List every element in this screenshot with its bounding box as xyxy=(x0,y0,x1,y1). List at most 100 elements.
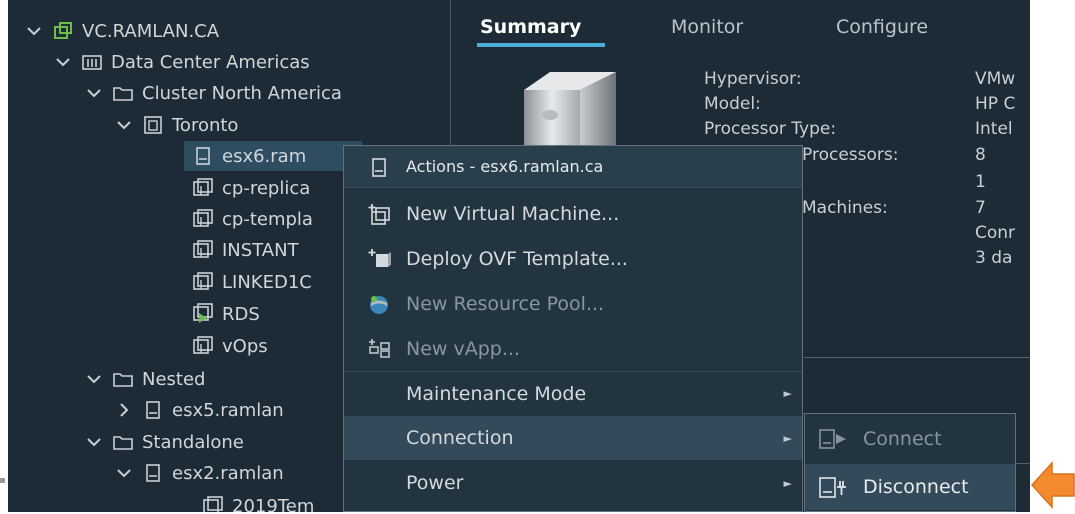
chevron-down-icon[interactable] xyxy=(114,468,134,478)
chevron-down-icon[interactable] xyxy=(24,26,44,36)
tree-item-label: esx6.ram xyxy=(222,145,307,167)
tree-item-vm[interactable]: LINKED1C xyxy=(192,267,312,297)
tree-item-vm[interactable]: cp-replica xyxy=(192,173,310,203)
tree-item-vcenter[interactable]: VC.RAMLAN.CA xyxy=(24,16,219,46)
summary-value: 7 xyxy=(975,198,986,218)
menu-item-deploy-ovf-template[interactable]: Deploy OVF Template... xyxy=(344,237,802,281)
tree-item-datacenter[interactable]: Data Center Americas xyxy=(53,47,310,77)
tree-item-vm-rds[interactable]: RDS xyxy=(192,299,260,329)
tree-item-label: LINKED1C xyxy=(222,271,312,293)
menu-item-new-virtual-machine[interactable]: New Virtual Machine... xyxy=(344,192,802,236)
chevron-down-icon[interactable] xyxy=(84,88,104,98)
summary-label: Machines: xyxy=(802,198,888,218)
tree-item-esx5[interactable]: esx5.ramlan xyxy=(114,395,284,425)
vm-icon xyxy=(192,240,214,260)
menu-item-disconnect[interactable]: Disconnect xyxy=(805,464,1015,510)
summary-value: Conr xyxy=(975,223,1016,243)
host-icon xyxy=(192,146,214,166)
tree-item-label: Nested xyxy=(142,368,206,390)
tree-item-nested[interactable]: Nested xyxy=(84,364,205,394)
menu-item-label: New Virtual Machine... xyxy=(406,203,620,225)
vm-icon xyxy=(202,496,224,512)
vm-powered-on-icon xyxy=(192,303,214,324)
datacenter-icon xyxy=(81,52,103,72)
tab-monitor[interactable]: Monitor xyxy=(671,16,743,38)
menu-item-new-vapp[interactable]: New vApp... xyxy=(344,327,802,371)
tree-item-label: Standalone xyxy=(142,431,244,453)
callout-arrow-icon xyxy=(1030,460,1075,514)
submenu-arrow-icon: ► xyxy=(783,476,792,490)
menu-item-label: New Resource Pool... xyxy=(406,293,605,315)
submenu-arrow-icon: ► xyxy=(783,387,792,400)
host-icon xyxy=(371,158,387,182)
tree-item-label: VC.RAMLAN.CA xyxy=(82,20,220,42)
deploy-ovf-icon xyxy=(368,249,391,269)
menu-item-new-resource-pool[interactable]: New Resource Pool... xyxy=(344,282,802,326)
server-image xyxy=(520,70,620,154)
folder-icon xyxy=(112,369,134,389)
folder-icon xyxy=(112,83,134,103)
tree-item-label: cp-templa xyxy=(222,208,313,230)
tree-item-vm[interactable]: vOps xyxy=(192,331,268,361)
cluster-icon xyxy=(142,115,164,135)
menu-item-connection[interactable]: Connection ► xyxy=(344,416,802,460)
new-vm-icon xyxy=(368,204,390,225)
summary-label: Model: xyxy=(704,94,761,114)
vm-icon xyxy=(192,178,214,198)
summary-value: VMw xyxy=(975,69,1016,89)
menu-item-label: Power xyxy=(406,472,464,494)
tree-item-label: RDS xyxy=(222,303,260,325)
context-menu-header: Actions - esx6.ramlan.ca xyxy=(344,146,802,188)
tab-configure[interactable]: Configure xyxy=(836,16,928,38)
tree-item-standalone[interactable]: Standalone xyxy=(84,427,244,457)
tree-item-esx2[interactable]: esx2.ramlan xyxy=(114,458,284,488)
edge-marker xyxy=(0,478,5,483)
tree-item-label: INSTANT xyxy=(222,239,299,261)
tree-item-label: cp-replica xyxy=(222,177,311,199)
summary-value: HP C xyxy=(975,94,1016,114)
tree-item-label: esx5.ramlan xyxy=(172,399,284,421)
connection-submenu: Connect Disconnect xyxy=(804,413,1016,512)
separator xyxy=(804,357,1030,358)
chevron-down-icon[interactable] xyxy=(84,374,104,384)
chevron-down-icon[interactable] xyxy=(84,437,104,447)
tree-item-vm[interactable]: INSTANT xyxy=(192,235,299,265)
chevron-down-icon[interactable] xyxy=(114,120,134,130)
connect-icon xyxy=(819,429,847,449)
tree-item-esx6[interactable]: esx6.ram xyxy=(184,141,362,171)
vapp-icon xyxy=(368,339,390,359)
menu-item-connect[interactable]: Connect xyxy=(805,416,1015,462)
tree-item-label: 2019Tem xyxy=(232,495,315,513)
tree-item-vm[interactable]: 2019Tem xyxy=(202,491,314,512)
menu-item-label: Deploy OVF Template... xyxy=(406,248,628,270)
menu-item-label: Disconnect xyxy=(863,476,969,498)
menu-item-label: Maintenance Mode xyxy=(406,382,587,405)
host-icon xyxy=(142,400,164,420)
tree-item-label: vOps xyxy=(222,335,268,357)
resource-pool-icon xyxy=(368,294,390,314)
tree-item-label: esx2.ramlan xyxy=(172,462,284,484)
separator xyxy=(1016,463,1030,464)
vm-icon xyxy=(192,336,214,356)
summary-value: 1 xyxy=(975,172,986,192)
active-tab-indicator xyxy=(477,43,605,47)
menu-item-maintenance-mode[interactable]: Maintenance Mode ► xyxy=(344,371,802,415)
summary-value: 8 xyxy=(975,145,986,165)
summary-label: Processors: xyxy=(802,145,899,165)
chevron-right-icon[interactable] xyxy=(114,403,134,417)
tab-summary[interactable]: Summary xyxy=(480,16,581,38)
vm-icon xyxy=(192,272,214,292)
disconnect-icon xyxy=(819,477,847,498)
menu-item-label: Connect xyxy=(863,428,942,450)
summary-label: Processor Type: xyxy=(704,119,837,139)
menu-item-label: Connection xyxy=(406,427,514,449)
menu-item-power[interactable]: Power ► xyxy=(344,461,802,505)
context-menu-title: Actions - esx6.ramlan.ca xyxy=(406,157,604,176)
menu-item-label: New vApp... xyxy=(406,338,520,360)
tree-item-vm[interactable]: cp-templa xyxy=(192,204,313,234)
tree-item-label: Toronto xyxy=(172,114,239,136)
tree-item-toronto[interactable]: Toronto xyxy=(114,110,238,140)
tree-item-label: Cluster North America xyxy=(142,82,342,104)
chevron-down-icon[interactable] xyxy=(53,57,73,67)
tree-item-cluster[interactable]: Cluster North America xyxy=(84,78,342,108)
